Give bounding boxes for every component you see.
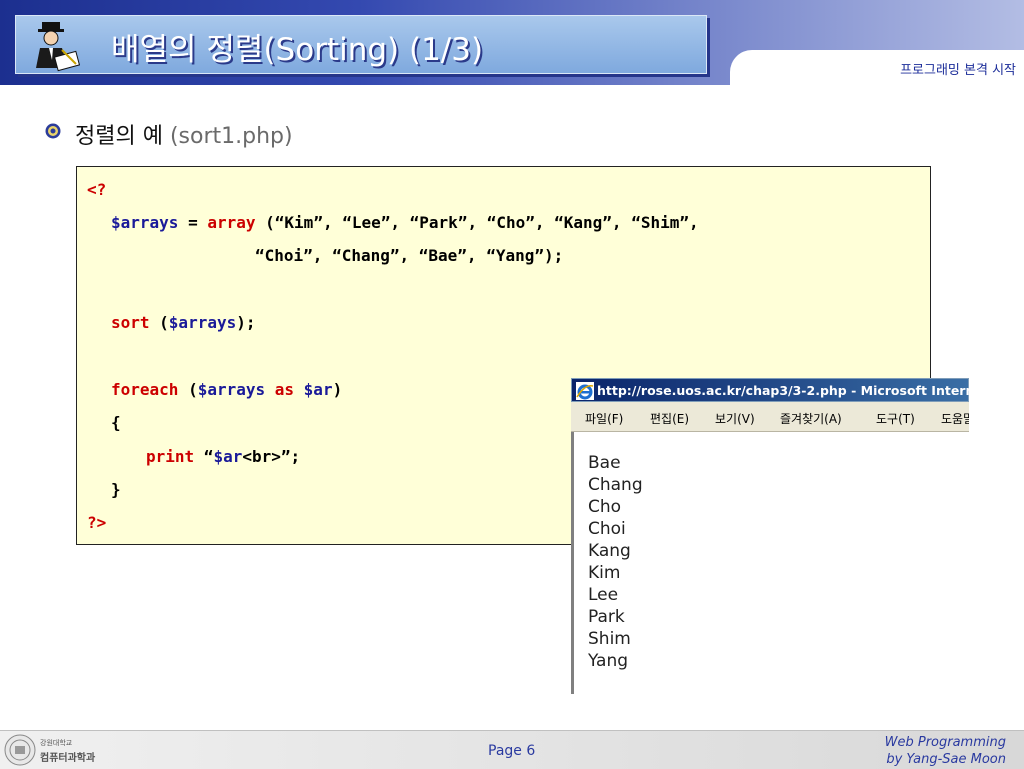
code-var-arrays: $arrays bbox=[168, 313, 237, 332]
code-line-1: <? bbox=[87, 180, 106, 199]
output-line: Kim bbox=[588, 563, 621, 583]
footer-course: Web Programming by Yang-Sae Moon bbox=[885, 734, 1006, 768]
code-var-ar: $ar bbox=[303, 380, 333, 399]
menu-tools[interactable]: 도구(T) bbox=[876, 410, 915, 427]
browser-content: Bae Chang Cho Choi Kang Kim Lee Park Shi… bbox=[571, 432, 969, 694]
output-line: Bae bbox=[588, 453, 621, 473]
output-line: Park bbox=[588, 607, 625, 627]
output-line: Lee bbox=[588, 585, 619, 605]
code-quote-open: “ bbox=[194, 447, 214, 466]
code-line-10: } bbox=[111, 480, 121, 499]
menu-help[interactable]: 도움말(H) bbox=[941, 410, 969, 427]
slide-subtitle: 프로그래밍 본격 시작 bbox=[900, 63, 1016, 78]
title-banner: 배열의 정렬(Sorting) (1/3) bbox=[15, 15, 707, 74]
output-line: Kang bbox=[588, 541, 631, 561]
code-line-5: sort ($arrays); bbox=[111, 313, 256, 332]
php-close-tag: ?> bbox=[87, 513, 107, 532]
slide-header: 배열의 정렬(Sorting) (1/3) 프로그래밍 본격 시작 bbox=[0, 0, 1024, 85]
code-fn-print: print bbox=[146, 447, 195, 466]
footer-university: 강원대학교 bbox=[40, 739, 73, 747]
output-line: Yang bbox=[588, 651, 629, 671]
code-brace-close: } bbox=[111, 480, 121, 499]
slide-footer: 강원대학교 컴퓨터과학과 Page 6 Web Programming by Y… bbox=[0, 730, 1024, 769]
course-title: Web Programming bbox=[884, 735, 1006, 750]
code-line-2: $arrays = array (“Kim”, “Lee”, “Park”, “… bbox=[111, 213, 699, 232]
menu-favorites[interactable]: 즐겨찾기(A) bbox=[780, 410, 842, 427]
output-line: Cho bbox=[588, 497, 622, 517]
code-line-7: foreach ($arrays as $ar) bbox=[111, 380, 342, 399]
code-paren-open: ( bbox=[178, 380, 198, 399]
heading-text: 정렬의 예 bbox=[75, 124, 170, 149]
code-var-ar: $ar bbox=[213, 447, 243, 466]
code-print-rest: <br>”; bbox=[242, 447, 301, 466]
code-assign: = bbox=[178, 213, 208, 232]
code-line-3: “Choi”, “Chang”, “Bae”, “Yang”); bbox=[255, 246, 563, 265]
code-line-11: ?> bbox=[87, 513, 106, 532]
browser-titlebar[interactable]: http://rose.uos.ac.kr/chap3/3-2.php - Mi… bbox=[571, 378, 969, 402]
page-number: Page 6 bbox=[488, 743, 536, 759]
output-line: Shim bbox=[588, 629, 631, 649]
heading-filename: (sort1.php) bbox=[169, 124, 293, 149]
browser-title: http://rose.uos.ac.kr/chap3/3-2.php - Mi… bbox=[597, 383, 969, 398]
course-author: by Yang-Sae Moon bbox=[886, 752, 1006, 767]
teacher-figure-icon bbox=[36, 22, 81, 72]
browser-window: http://rose.uos.ac.kr/chap3/3-2.php - Mi… bbox=[571, 378, 969, 694]
ie-browser-icon bbox=[576, 382, 594, 400]
code-line-8: { bbox=[111, 413, 121, 432]
menu-file[interactable]: 파일(F) bbox=[585, 410, 623, 427]
code-paren-open: ( bbox=[149, 313, 169, 332]
code-array-args-2: “Choi”, “Chang”, “Bae”, “Yang”); bbox=[255, 246, 564, 265]
code-fn-sort: sort bbox=[111, 313, 150, 332]
section-heading: 정렬의 예 (sort1.php) bbox=[75, 118, 293, 150]
code-var-arrays: $arrays bbox=[111, 213, 179, 232]
footer-department: 컴퓨터과학과 bbox=[40, 753, 96, 764]
code-kw-foreach: foreach bbox=[111, 380, 179, 399]
code-array-args-1: (“Kim”, “Lee”, “Park”, “Cho”, “Kang”, “S… bbox=[255, 213, 699, 232]
code-kw-as: as bbox=[265, 380, 304, 399]
code-var-arrays: $arrays bbox=[197, 380, 266, 399]
code-line-9: print “$ar<br>”; bbox=[146, 447, 300, 466]
university-seal-icon bbox=[4, 734, 36, 766]
code-paren-close: ) bbox=[332, 380, 343, 399]
subtitle-tab: 프로그래밍 본격 시작 bbox=[730, 50, 1024, 85]
code-paren-close: ); bbox=[236, 313, 256, 332]
php-open-tag: <? bbox=[87, 180, 107, 199]
bullet-emblem-icon bbox=[45, 123, 61, 139]
output-line: Choi bbox=[588, 519, 626, 539]
menu-edit[interactable]: 편집(E) bbox=[650, 410, 689, 427]
code-brace-open: { bbox=[111, 413, 121, 432]
code-fn-array: array bbox=[207, 213, 256, 232]
menu-view[interactable]: 보기(V) bbox=[715, 410, 755, 427]
slide-title: 배열의 정렬(Sorting) (1/3) bbox=[111, 32, 484, 68]
browser-menubar: 파일(F) 편집(E) 보기(V) 즐겨찾기(A) 도구(T) 도움말(H) bbox=[571, 402, 969, 432]
output-line: Chang bbox=[588, 475, 643, 495]
